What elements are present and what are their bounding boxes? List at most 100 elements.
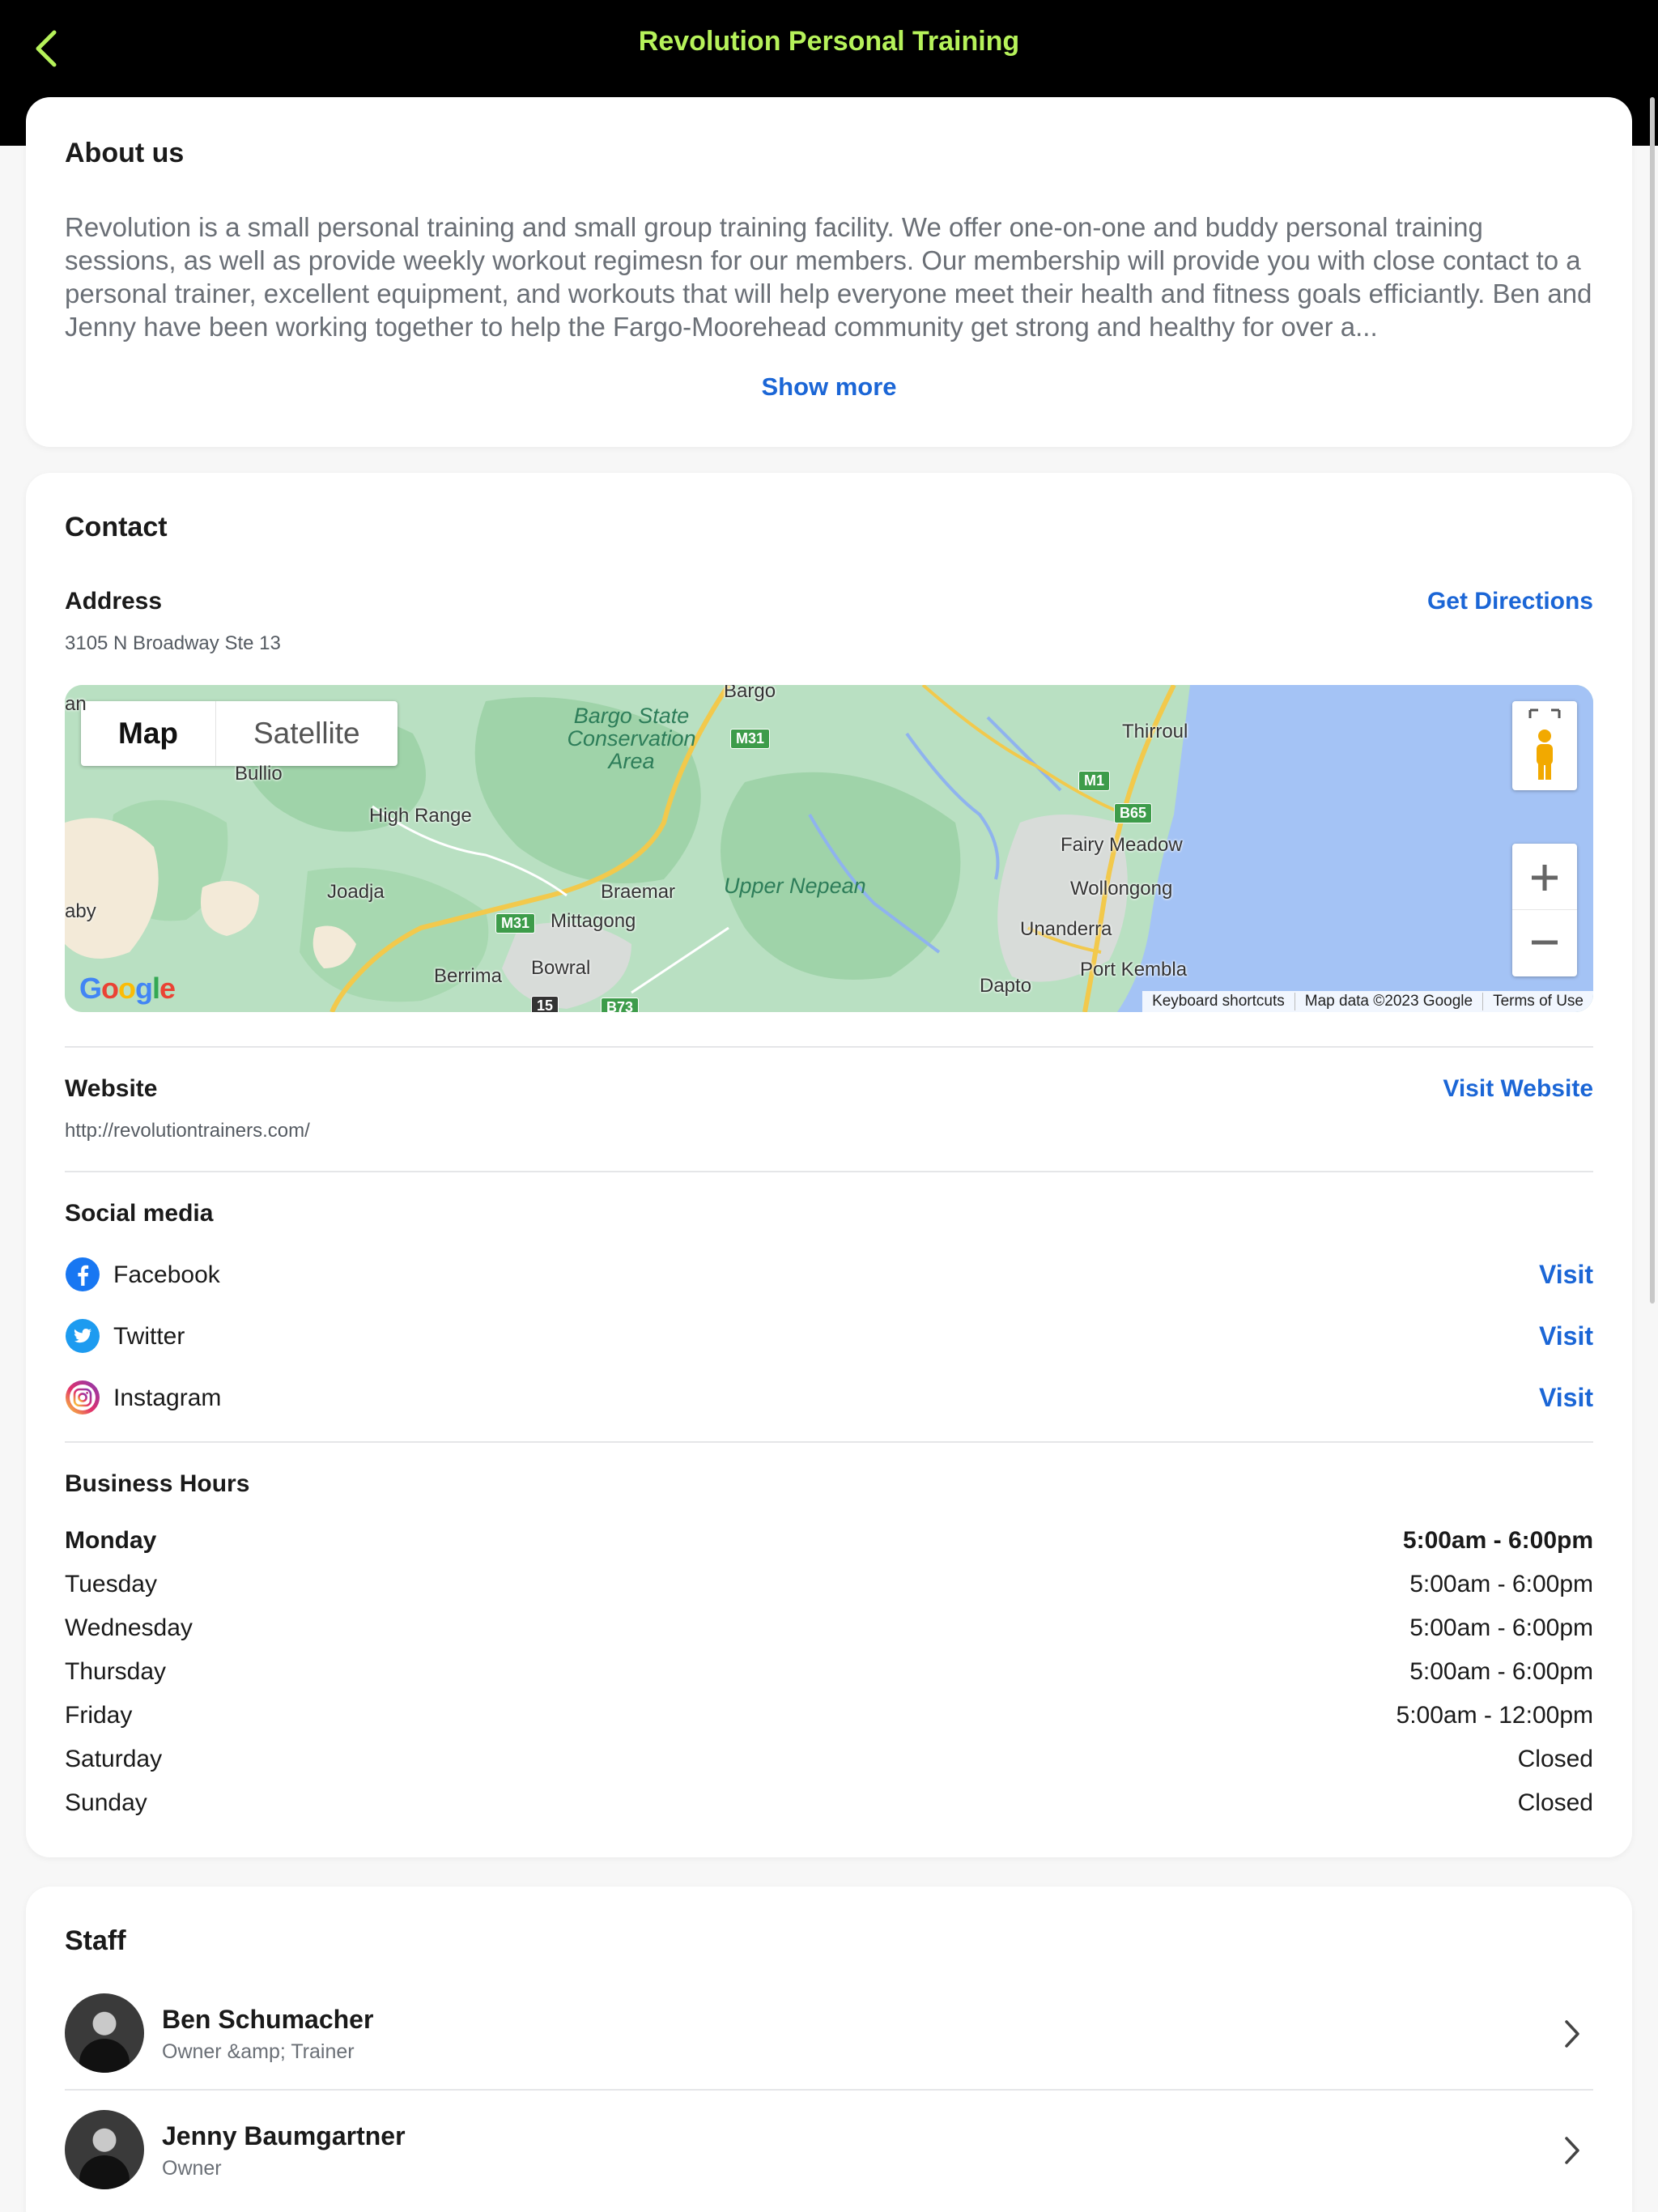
social-name-twitter: Twitter bbox=[113, 1323, 185, 1350]
hours-day: Friday bbox=[65, 1702, 133, 1729]
map-label-unanderra: Unanderra bbox=[1020, 918, 1112, 940]
zoom-in-button[interactable] bbox=[1512, 845, 1577, 910]
about-title: About us bbox=[65, 138, 185, 168]
terms-of-use-link[interactable]: Terms of Use bbox=[1482, 993, 1593, 1010]
divider bbox=[65, 1046, 1593, 1048]
hours-day: Thursday bbox=[65, 1658, 167, 1685]
map-type-toggle: Map Satellite bbox=[81, 701, 397, 766]
map-label-area-line2: Conservation bbox=[567, 726, 696, 751]
avatar bbox=[65, 1993, 144, 2073]
divider bbox=[65, 1441, 1593, 1443]
plus-icon bbox=[1532, 864, 1558, 891]
minus-icon bbox=[1532, 940, 1558, 945]
website-value: http://revolutiontrainers.com/ bbox=[65, 1120, 310, 1142]
scrollbar[interactable] bbox=[1650, 97, 1655, 1304]
hours-time: 5:00am - 6:00pm bbox=[1409, 1614, 1593, 1641]
map-label-high-range: High Range bbox=[369, 805, 472, 827]
pegman-icon bbox=[1528, 708, 1561, 780]
hours-time: Closed bbox=[1517, 1746, 1593, 1772]
instagram-icon bbox=[66, 1380, 100, 1414]
contact-title: Contact bbox=[65, 512, 168, 542]
divider bbox=[65, 2089, 1593, 2091]
staff-row[interactable]: Jenny Baumgartner Owner bbox=[65, 2110, 1593, 2199]
staff-role: Owner &amp; Trainer bbox=[162, 2040, 355, 2063]
staff-name: Ben Schumacher bbox=[162, 2005, 374, 2034]
fullscreen-button[interactable] bbox=[1512, 701, 1577, 790]
map-label-dapto: Dapto bbox=[980, 975, 1032, 997]
map-label-fairy-meadow: Fairy Meadow bbox=[1061, 834, 1183, 856]
social-name-facebook: Facebook bbox=[113, 1261, 220, 1288]
map-label-bowral: Bowral bbox=[531, 957, 591, 979]
hours-time: 5:00am - 6:00pm bbox=[1409, 1658, 1593, 1685]
hours-day: Wednesday bbox=[65, 1614, 193, 1641]
map-data-attribution: Map data ©2023 Google bbox=[1294, 993, 1482, 1010]
staff-card: Staff Ben Schumacher Owner &amp; Trainer… bbox=[26, 1887, 1632, 2212]
map-label-conservation-area: Bargo State Conservation Area bbox=[551, 704, 712, 772]
map-label-thirroul: Thirroul bbox=[1122, 721, 1188, 742]
hours-day: Sunday bbox=[65, 1789, 147, 1816]
route-shield-m1: M1 bbox=[1078, 771, 1111, 791]
map-label-edge-aby: aby bbox=[65, 900, 96, 922]
address-value: 3105 N Broadway Ste 13 bbox=[65, 632, 281, 654]
hours-day: Monday bbox=[65, 1527, 157, 1554]
staff-role: Owner bbox=[162, 2157, 222, 2180]
hours-day: Saturday bbox=[65, 1746, 163, 1772]
show-more-button[interactable]: Show more bbox=[26, 372, 1632, 402]
instagram-visit-link[interactable]: Visit bbox=[1539, 1383, 1593, 1413]
map-label-port-kembla: Port Kembla bbox=[1080, 959, 1188, 981]
hours-row-monday: Monday 5:00am - 6:00pm bbox=[65, 1527, 1593, 1559]
map-label-area-line3: Area bbox=[608, 749, 655, 773]
map-footer: Keyboard shortcuts Map data ©2023 Google… bbox=[1142, 991, 1593, 1012]
social-row-twitter: Twitter Visit bbox=[65, 1315, 1593, 1355]
map-toggle-map[interactable]: Map bbox=[81, 701, 216, 766]
website-label: Website bbox=[65, 1075, 158, 1102]
zoom-out-button[interactable] bbox=[1512, 910, 1577, 975]
route-shield-m31-south: M31 bbox=[495, 913, 536, 934]
route-shield-m31-north: M31 bbox=[730, 729, 771, 749]
staff-name: Jenny Baumgartner bbox=[162, 2121, 406, 2150]
divider bbox=[65, 1171, 1593, 1172]
avatar bbox=[65, 2110, 144, 2189]
staff-row[interactable]: Ben Schumacher Owner &amp; Trainer bbox=[65, 1993, 1593, 2082]
keyboard-shortcuts-link[interactable]: Keyboard shortcuts bbox=[1142, 993, 1295, 1010]
hours-row-sunday: Sunday Closed bbox=[65, 1789, 1593, 1822]
hours-row-thursday: Thursday 5:00am - 6:00pm bbox=[65, 1658, 1593, 1691]
map-label-berrima: Berrima bbox=[434, 965, 503, 987]
zoom-controls bbox=[1512, 844, 1577, 976]
map-label-edge-an: an bbox=[65, 693, 87, 715]
about-card: About us Revolution is a small personal … bbox=[26, 97, 1632, 447]
map-label-joadja: Joadja bbox=[327, 881, 385, 903]
map-view[interactable]: Map Satellite Bargo Bargo State Conserva… bbox=[65, 685, 1593, 1012]
hours-row-wednesday: Wednesday 5:00am - 6:00pm bbox=[65, 1614, 1593, 1647]
hours-time: Closed bbox=[1517, 1789, 1593, 1816]
map-label-mittagong: Mittagong bbox=[551, 910, 636, 932]
facebook-icon bbox=[66, 1257, 100, 1291]
get-directions-link[interactable]: Get Directions bbox=[1427, 588, 1593, 615]
address-label: Address bbox=[65, 588, 163, 615]
map-label-bargo: Bargo bbox=[724, 685, 776, 702]
hours-time: 5:00am - 6:00pm bbox=[1409, 1571, 1593, 1597]
about-description: Revolution is a small personal training … bbox=[65, 212, 1592, 342]
map-label-upper-nepean: Upper Nepean bbox=[724, 874, 866, 898]
social-row-instagram: Instagram Visit bbox=[65, 1376, 1593, 1417]
contact-card: Contact Address Get Directions 3105 N Br… bbox=[26, 473, 1632, 1857]
twitter-visit-link[interactable]: Visit bbox=[1539, 1321, 1593, 1351]
page-title: Revolution Personal Training bbox=[638, 26, 1020, 57]
map-toggle-satellite[interactable]: Satellite bbox=[216, 701, 397, 766]
hours-row-saturday: Saturday Closed bbox=[65, 1746, 1593, 1778]
hours-time: 5:00am - 6:00pm bbox=[1402, 1527, 1593, 1554]
hours-time: 5:00am - 12:00pm bbox=[1396, 1702, 1593, 1729]
map-label-bullio: Bullio bbox=[235, 763, 283, 785]
hours-row-friday: Friday 5:00am - 12:00pm bbox=[65, 1702, 1593, 1734]
route-shield-b73: B73 bbox=[601, 998, 640, 1012]
route-shield-b65: B65 bbox=[1114, 803, 1153, 823]
visit-website-link[interactable]: Visit Website bbox=[1443, 1075, 1593, 1103]
social-name-instagram: Instagram bbox=[113, 1385, 222, 1411]
map-label-braemar: Braemar bbox=[601, 881, 676, 903]
google-logo: Google bbox=[79, 972, 176, 1005]
facebook-visit-link[interactable]: Visit bbox=[1539, 1260, 1593, 1290]
business-hours-title: Business Hours bbox=[65, 1470, 250, 1497]
staff-title: Staff bbox=[65, 1925, 126, 1956]
route-shield-15: 15 bbox=[531, 996, 559, 1012]
map-label-wollongong: Wollongong bbox=[1070, 878, 1173, 900]
